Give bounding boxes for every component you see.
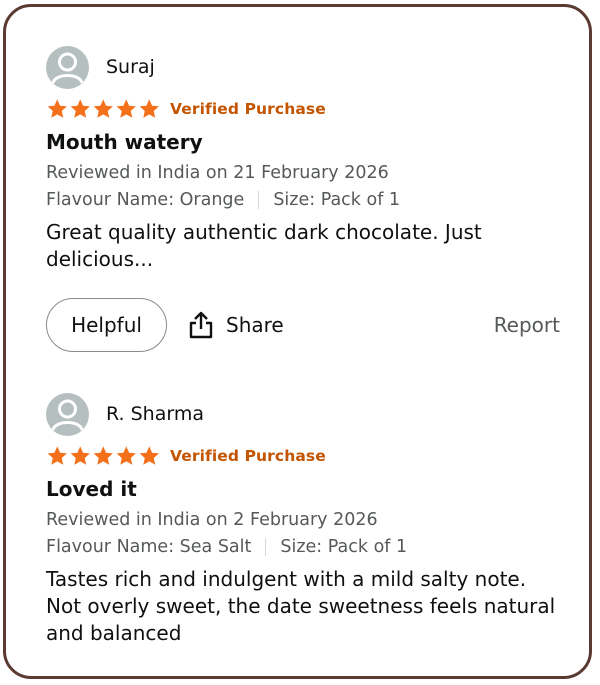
size-label: Size: Pack of 1	[280, 537, 408, 557]
star-rating[interactable]	[46, 98, 161, 120]
star-rating[interactable]	[46, 445, 161, 467]
size-label: Size: Pack of 1	[273, 190, 401, 210]
star-icon	[93, 446, 113, 465]
star-icon	[116, 99, 136, 118]
star-icon	[70, 99, 90, 118]
flavour-label: Flavour Name: Orange	[46, 190, 245, 210]
reviewer-name: Suraj	[106, 56, 155, 78]
divider	[258, 191, 260, 209]
rating-row: Verified Purchase	[46, 444, 566, 468]
helpful-button[interactable]: Helpful	[46, 298, 167, 352]
reviews-card: Suraj Verified Purchase Mouth watery Rev…	[3, 4, 592, 679]
star-icon	[116, 446, 136, 465]
verified-purchase-badge: Verified Purchase	[170, 100, 326, 118]
product-variant: Flavour Name: Sea Salt Size: Pack of 1	[46, 537, 566, 557]
review-body: Tastes rich and indulgent with a mild sa…	[46, 567, 556, 645]
review-item: Suraj Verified Purchase Mouth watery Rev…	[46, 45, 566, 352]
review-date: Reviewed in India on 21 February 2026	[46, 163, 389, 183]
review-actions: Helpful Share Report	[46, 298, 566, 354]
verified-purchase-badge: Verified Purchase	[170, 447, 326, 465]
review-item: R. Sharma Verified Purchase Loved it Rev…	[46, 392, 566, 647]
review-body: Great quality authentic dark chocolate. …	[46, 220, 482, 271]
star-icon	[47, 99, 67, 118]
report-link[interactable]: Report	[494, 298, 560, 352]
reviewer-profile[interactable]: Suraj	[46, 45, 566, 89]
avatar	[46, 45, 89, 89]
user-silhouette-icon	[51, 399, 84, 431]
share-label: Share	[226, 313, 284, 337]
share-icon	[189, 311, 213, 339]
star-icon	[93, 99, 113, 118]
star-icon	[70, 446, 90, 465]
star-icon	[139, 99, 159, 118]
review-date: Reviewed in India on 2 February 2026	[46, 510, 378, 530]
star-icon	[139, 446, 159, 465]
user-silhouette-icon	[51, 52, 84, 84]
share-button[interactable]: Share	[188, 298, 284, 352]
star-icon	[47, 446, 67, 465]
reviewer-name: R. Sharma	[106, 403, 204, 425]
avatar	[46, 392, 89, 436]
product-variant: Flavour Name: Orange Size: Pack of 1	[46, 190, 566, 210]
rating-row: Verified Purchase	[46, 97, 566, 121]
reviewer-profile[interactable]: R. Sharma	[46, 392, 566, 436]
review-title: Mouth watery	[46, 130, 203, 154]
review-title: Loved it	[46, 477, 137, 501]
divider	[265, 538, 267, 556]
flavour-label: Flavour Name: Sea Salt	[46, 537, 252, 557]
